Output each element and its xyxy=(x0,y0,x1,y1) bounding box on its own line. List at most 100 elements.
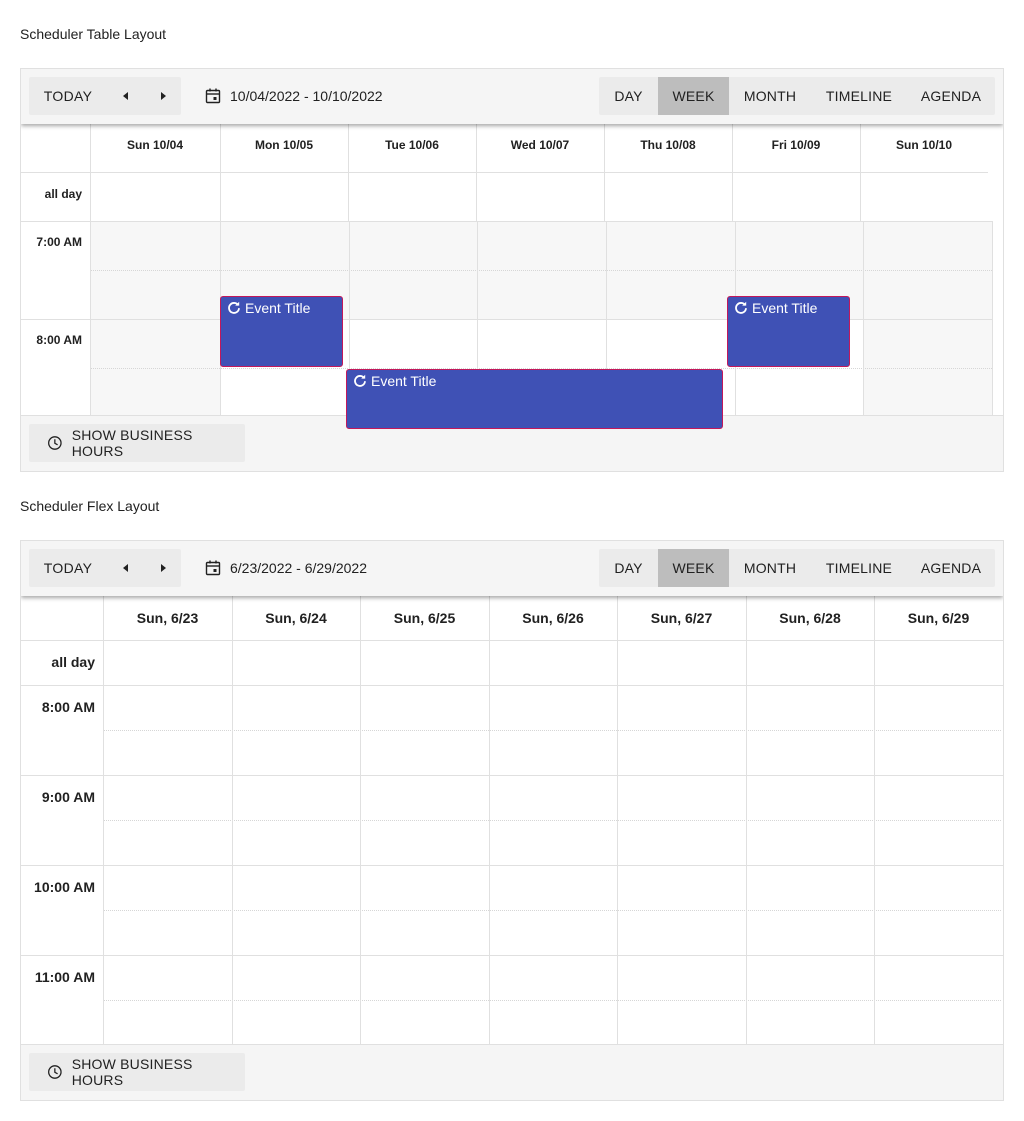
grid-line-half xyxy=(104,820,1001,821)
arrow-right-icon xyxy=(160,92,166,100)
calendar-icon xyxy=(205,560,221,576)
recurrence-icon xyxy=(735,301,747,314)
grid-column-line xyxy=(90,124,91,221)
day-header: Sun, 6/27 xyxy=(650,610,713,626)
scheduler-toolbar: TODAY 10/04/2022 - 10/10/2022 DAY WEEK M… xyxy=(21,69,1003,124)
time-label: 10:00 AM xyxy=(34,879,95,895)
view-timeline-button[interactable]: TIMELINE xyxy=(811,77,907,115)
grid-column-line xyxy=(617,596,618,1045)
grid-column-line xyxy=(992,221,993,421)
scheduler-table-layout: TODAY 10/04/2022 - 10/10/2022 DAY WEEK M… xyxy=(20,68,1004,472)
day-header: Sun, 6/26 xyxy=(522,610,584,626)
event-item[interactable]: Event Title xyxy=(220,296,343,367)
navigation-group: TODAY xyxy=(29,549,181,587)
grid-column-line xyxy=(232,596,233,1045)
grid-column-line xyxy=(360,596,361,1045)
grid-line-half xyxy=(104,910,1001,911)
grid-column-line xyxy=(489,596,490,1045)
day-header: Sun, 6/25 xyxy=(393,610,456,626)
day-header: Sun 10/04 xyxy=(126,138,184,152)
grid-column-line xyxy=(348,124,349,221)
grid-column-line xyxy=(90,221,91,421)
day-header: Thu 10/08 xyxy=(640,138,696,152)
view-month-button[interactable]: MONTH xyxy=(729,549,811,587)
grid-column-line xyxy=(874,596,875,1045)
event-item[interactable]: Event Title xyxy=(346,369,723,429)
prev-button[interactable] xyxy=(107,549,144,587)
event-title: Event Title xyxy=(371,373,437,389)
day-header: Mon 10/05 xyxy=(254,138,314,152)
grid-line xyxy=(21,955,1003,956)
date-range-button[interactable]: 10/04/2022 - 10/10/2022 xyxy=(205,77,383,115)
grid-column-line xyxy=(732,124,733,221)
clock-icon xyxy=(48,1065,62,1079)
prev-button[interactable] xyxy=(107,77,144,115)
view-week-button[interactable]: WEEK xyxy=(658,77,729,115)
day-header: Sun, 6/23 xyxy=(136,610,199,626)
week-grid: Sun 10/04 Mon 10/05 Tue 10/06 Wed 10/07 Thu … xyxy=(21,124,1003,429)
business-hours-label: SHOW BUSINESS HOURS xyxy=(71,1056,193,1088)
calendar-icon xyxy=(205,88,221,104)
today-button[interactable]: TODAY xyxy=(29,549,107,587)
grid-column-line xyxy=(746,596,747,1045)
clock-icon xyxy=(48,436,62,450)
arrow-left-icon xyxy=(122,564,128,572)
show-business-hours-button[interactable]: SHOW BUSINESS HOURS xyxy=(29,424,245,462)
day-header: Sun, 6/28 xyxy=(779,610,841,626)
grid-line xyxy=(21,640,1003,641)
show-business-hours-button[interactable]: SHOW BUSINESS HOURS xyxy=(29,1053,245,1091)
date-range-text: 10/04/2022 - 10/10/2022 xyxy=(230,88,383,104)
recurrence-icon xyxy=(228,301,240,314)
view-switcher: DAY WEEK MONTH TIMELINE AGENDA xyxy=(599,549,995,587)
table-section-title: Scheduler Table Layout xyxy=(20,26,167,42)
day-header: Sun, 6/29 xyxy=(907,610,970,626)
grid-column-line xyxy=(103,596,104,1045)
grid-column-line xyxy=(863,221,864,421)
next-button[interactable] xyxy=(144,549,181,587)
grid-column-line xyxy=(476,124,477,221)
arrow-right-icon xyxy=(160,564,166,572)
navigation-group: TODAY xyxy=(29,77,181,115)
grid-line-half xyxy=(104,730,1001,731)
view-agenda-button[interactable]: AGENDA xyxy=(907,549,995,587)
next-button[interactable] xyxy=(144,77,181,115)
grid-line xyxy=(21,172,988,173)
grid-line xyxy=(21,685,1003,686)
date-range-text: 6/23/2022 - 6/29/2022 xyxy=(230,560,368,576)
grid-line-half xyxy=(104,1000,1001,1001)
flex-section-title: Scheduler Flex Layout xyxy=(20,498,160,514)
time-label: 8:00 AM xyxy=(41,699,95,715)
week-grid: Sun, 6/23 Sun, 6/24 Sun, 6/25 Sun, 6/26 Sun,… xyxy=(21,596,1003,1046)
event-title: Event Title xyxy=(752,300,818,316)
view-day-button[interactable]: DAY xyxy=(599,77,658,115)
grid-column-line xyxy=(1003,596,1004,1045)
day-header: Tue 10/06 xyxy=(385,138,439,152)
grid-line xyxy=(21,865,1003,866)
recurrence-icon xyxy=(354,374,366,387)
view-day-button[interactable]: DAY xyxy=(599,549,658,587)
view-timeline-button[interactable]: TIMELINE xyxy=(811,549,907,587)
grid-line-half xyxy=(91,270,992,271)
view-week-button[interactable]: WEEK xyxy=(658,549,729,587)
grid-line xyxy=(21,221,992,222)
date-range-button[interactable]: 6/23/2022 - 6/29/2022 xyxy=(205,549,367,587)
day-header: Sun 10/10 xyxy=(895,138,953,152)
today-button[interactable]: TODAY xyxy=(29,77,107,115)
time-label: 7:00 AM xyxy=(36,235,82,249)
grid-column-line xyxy=(860,124,861,221)
view-switcher: DAY WEEK MONTH TIMELINE AGENDA xyxy=(599,77,995,115)
view-month-button[interactable]: MONTH xyxy=(729,77,811,115)
all-day-label: all day xyxy=(44,187,82,201)
time-label: 11:00 AM xyxy=(34,969,95,985)
view-agenda-button[interactable]: AGENDA xyxy=(907,77,995,115)
event-item[interactable]: Event Title xyxy=(727,296,850,367)
time-label: 9:00 AM xyxy=(41,789,95,805)
arrow-left-icon xyxy=(122,92,128,100)
grid-line xyxy=(21,775,1003,776)
grid-column-line xyxy=(220,124,221,221)
scheduler-footer: SHOW BUSINESS HOURS xyxy=(21,1044,1003,1100)
day-header: Fri 10/09 xyxy=(771,138,821,152)
time-label: 8:00 AM xyxy=(36,333,82,347)
scheduler-flex-layout: TODAY 6/23/2022 - 6/29/2022 DAY WEEK MON… xyxy=(20,540,1004,1101)
all-day-label: all day xyxy=(51,654,95,670)
